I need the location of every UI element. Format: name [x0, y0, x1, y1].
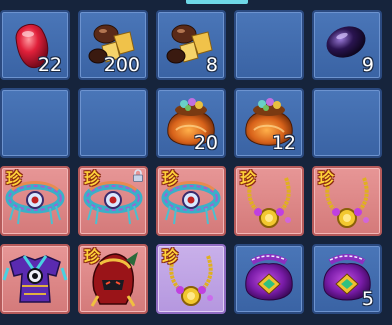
inventory-slot-8[interactable]: 20	[156, 88, 226, 158]
inventory-slot-14[interactable]: 珍	[234, 166, 304, 236]
slot-quantity: 9	[361, 54, 374, 76]
inventory-slot-17[interactable]: 珍	[78, 244, 148, 314]
slot-quantity: 5	[361, 288, 374, 310]
rare-badge: 珍	[5, 169, 22, 188]
rare-badge: 珍	[239, 169, 256, 188]
top-tab-indicator	[186, 0, 248, 4]
slot-quantity: 8	[205, 54, 218, 76]
inventory-slot-11[interactable]: 珍	[0, 166, 70, 236]
slot-quantity: 12	[271, 132, 296, 154]
lock-icon	[133, 169, 143, 182]
inventory-slot-20[interactable]: 5	[312, 244, 382, 314]
inventory-slot-9[interactable]: 12	[234, 88, 304, 158]
inventory-slot-6[interactable]	[0, 88, 70, 158]
inventory-slot-15[interactable]: 珍	[312, 166, 382, 236]
purple-pouch-icon	[245, 254, 293, 301]
inventory-slot-10[interactable]	[312, 88, 382, 158]
inventory-slot-12[interactable]: 珍	[78, 166, 148, 236]
inventory-slot-19[interactable]	[234, 244, 304, 314]
rare-badge: 珍	[83, 247, 100, 266]
rare-badge: 珍	[161, 247, 178, 266]
slot-quantity: 200	[103, 54, 140, 76]
inventory-slot-3[interactable]: 8	[156, 10, 226, 80]
inventory-grid: 22 200 8 9 20 12 珍 珍 珍 珍 珍 珍 珍 5	[0, 10, 392, 325]
inventory-slot-1[interactable]: 22	[0, 10, 70, 80]
ornate-armor-icon	[2, 255, 68, 303]
rare-badge: 珍	[317, 169, 334, 188]
inventory-slot-16[interactable]	[0, 244, 70, 314]
rare-badge: 珍	[83, 169, 100, 188]
inventory-slot-7[interactable]	[78, 88, 148, 158]
inventory-slot-4[interactable]	[234, 10, 304, 80]
inventory-slot-13[interactable]: 珍	[156, 166, 226, 236]
inventory-slot-18[interactable]: 珍	[156, 244, 226, 314]
slot-quantity: 22	[37, 54, 62, 76]
inventory-slot-2[interactable]: 200	[78, 10, 148, 80]
inventory-slot-5[interactable]: 9	[312, 10, 382, 80]
rare-badge: 珍	[161, 169, 178, 188]
slot-quantity: 20	[193, 132, 218, 154]
